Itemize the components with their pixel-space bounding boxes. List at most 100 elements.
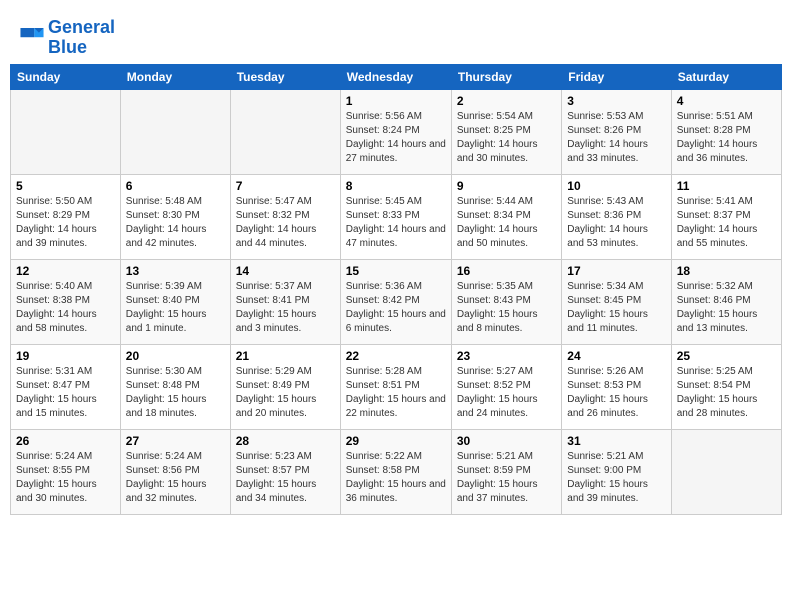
calendar-cell: 14Sunrise: 5:37 AMSunset: 8:41 PMDayligh… [230,259,340,344]
day-number: 29 [346,434,446,448]
calendar-cell: 15 Sunrise: 5:36 AMSunset: 8:42 PMDayligh… [340,259,451,344]
day-number: 22 [346,349,446,363]
day-info: Sunrise: 5:31 AMSunset: 8:47 PMDaylight:… [16,365,115,421]
calendar-cell: 27 Sunrise: 5:24 AMSunset: 8:56 PMDayligh… [120,429,230,514]
calendar-cell: 9 Sunrise: 5:44 AMSunset: 8:34 PMDaylight… [451,174,561,259]
day-info: Sunrise: 5:53 AMSunset: 8:26 PMDaylight:… [567,110,665,166]
day-info: Sunrise: 5:27 AMSunset: 8:52 PMDaylight:… [457,365,556,421]
calendar-cell: 2 Sunrise: 5:54 AMSunset: 8:25 PMDaylight… [451,89,561,174]
day-number: 23 [457,349,556,363]
day-info: Sunrise: 5:44 AMSunset: 8:34 PMDaylight:… [457,195,556,251]
day-info: Sunrise: 5:32 AMSunset: 8:46 PMDaylight:… [677,280,776,336]
calendar-cell [11,89,121,174]
day-number: 5 [16,179,115,193]
day-info: Sunrise: 5:51 AMSunset: 8:28 PMDaylight:… [677,110,776,166]
day-number: 10 [567,179,665,193]
day-info: Sunrise: 5:23 AMSunset: 8:57 PMDaylight:… [236,450,335,506]
day-info: Sunrise: 5:34 AMSunset: 8:45 PMDaylight:… [567,280,665,336]
calendar-cell: 13 Sunrise: 5:39 AMSunset: 8:40 PMDayligh… [120,259,230,344]
calendar-cell: 28 Sunrise: 5:23 AMSunset: 8:57 PMDayligh… [230,429,340,514]
day-number: 13 [126,264,225,278]
day-header-tuesday: Tuesday [230,64,340,89]
day-info: Sunrise: 5:39 AMSunset: 8:40 PMDaylight:… [126,280,225,336]
calendar-cell: 7 Sunrise: 5:47 AMSunset: 8:32 PMDaylight… [230,174,340,259]
logo-icon [20,28,44,48]
day-header-monday: Monday [120,64,230,89]
day-info: Sunrise: 5:45 AMSunset: 8:33 PMDaylight:… [346,195,446,251]
day-info: Sunrise: 5:36 AMSunset: 8:42 PMDaylight:… [346,280,446,336]
calendar-cell: 21 Sunrise: 5:29 AMSunset: 8:49 PMDayligh… [230,344,340,429]
day-number: 27 [126,434,225,448]
day-header-wednesday: Wednesday [340,64,451,89]
calendar-cell: 29 Sunrise: 5:22 AMSunset: 8:58 PMDayligh… [340,429,451,514]
calendar-cell: 12Sunrise: 5:40 AMSunset: 8:38 PMDayligh… [11,259,121,344]
logo: General Blue [20,18,115,58]
day-number: 21 [236,349,335,363]
calendar-cell: 19 Sunrise: 5:31 AMSunset: 8:47 PMDayligh… [11,344,121,429]
day-number: 24 [567,349,665,363]
day-info: Sunrise: 5:56 AMSunset: 8:24 PMDaylight:… [346,110,446,166]
day-info: Sunrise: 5:43 AMSunset: 8:36 PMDaylight:… [567,195,665,251]
day-header-sunday: Sunday [11,64,121,89]
day-info: Sunrise: 5:26 AMSunset: 8:53 PMDaylight:… [567,365,665,421]
day-number: 17 [567,264,665,278]
day-info: Sunrise: 5:21 AMSunset: 9:00 PMDaylight:… [567,450,665,506]
day-info: Sunrise: 5:54 AMSunset: 8:25 PMDaylight:… [457,110,556,166]
day-number: 12 [16,264,115,278]
day-number: 31 [567,434,665,448]
calendar-cell: 6 Sunrise: 5:48 AMSunset: 8:30 PMDaylight… [120,174,230,259]
calendar-cell: 30 Sunrise: 5:21 AMSunset: 8:59 PMDayligh… [451,429,561,514]
calendar-cell: 8 Sunrise: 5:45 AMSunset: 8:33 PMDaylight… [340,174,451,259]
day-number: 14 [236,264,335,278]
day-info: Sunrise: 5:24 AMSunset: 8:55 PMDaylight:… [16,450,115,506]
day-number: 2 [457,94,556,108]
calendar-cell: 3 Sunrise: 5:53 AMSunset: 8:26 PMDaylight… [562,89,671,174]
logo-text: General Blue [48,18,115,58]
calendar-table: SundayMondayTuesdayWednesdayThursdayFrid… [10,64,782,515]
calendar-cell: 17 Sunrise: 5:34 AMSunset: 8:45 PMDayligh… [562,259,671,344]
calendar-cell [230,89,340,174]
calendar-cell: 24 Sunrise: 5:26 AMSunset: 8:53 PMDayligh… [562,344,671,429]
calendar-cell: 5 Sunrise: 5:50 AMSunset: 8:29 PMDaylight… [11,174,121,259]
day-info: Sunrise: 5:30 AMSunset: 8:48 PMDaylight:… [126,365,225,421]
day-info: Sunrise: 5:28 AMSunset: 8:51 PMDaylight:… [346,365,446,421]
day-number: 7 [236,179,335,193]
calendar-cell: 23 Sunrise: 5:27 AMSunset: 8:52 PMDayligh… [451,344,561,429]
day-number: 18 [677,264,776,278]
calendar-cell [671,429,781,514]
day-number: 8 [346,179,446,193]
calendar-cell: 11 Sunrise: 5:41 AMSunset: 8:37 PMDayligh… [671,174,781,259]
day-number: 9 [457,179,556,193]
day-number: 6 [126,179,225,193]
calendar-cell: 26 Sunrise: 5:24 AMSunset: 8:55 PMDayligh… [11,429,121,514]
day-info: Sunrise: 5:35 AMSunset: 8:43 PMDaylight:… [457,280,556,336]
day-number: 20 [126,349,225,363]
calendar-cell: 25Sunrise: 5:25 AMSunset: 8:54 PMDayligh… [671,344,781,429]
day-number: 30 [457,434,556,448]
day-info: Sunrise: 5:25 AMSunset: 8:54 PMDaylight:… [677,365,776,421]
day-info: Sunrise: 5:21 AMSunset: 8:59 PMDaylight:… [457,450,556,506]
day-info: Sunrise: 5:24 AMSunset: 8:56 PMDaylight:… [126,450,225,506]
day-number: 16 [457,264,556,278]
calendar-cell: 22 Sunrise: 5:28 AMSunset: 8:51 PMDayligh… [340,344,451,429]
day-number: 28 [236,434,335,448]
day-number: 19 [16,349,115,363]
day-number: 11 [677,179,776,193]
day-number: 26 [16,434,115,448]
day-number: 3 [567,94,665,108]
calendar-cell: 31 Sunrise: 5:21 AMSunset: 9:00 PMDayligh… [562,429,671,514]
day-info: Sunrise: 5:41 AMSunset: 8:37 PMDaylight:… [677,195,776,251]
calendar-cell: 16 Sunrise: 5:35 AMSunset: 8:43 PMDayligh… [451,259,561,344]
day-number: 15 [346,264,446,278]
calendar-cell: 1Sunrise: 5:56 AMSunset: 8:24 PMDaylight… [340,89,451,174]
day-info: Sunrise: 5:48 AMSunset: 8:30 PMDaylight:… [126,195,225,251]
day-info: Sunrise: 5:47 AMSunset: 8:32 PMDaylight:… [236,195,335,251]
day-info: Sunrise: 5:22 AMSunset: 8:58 PMDaylight:… [346,450,446,506]
day-number: 4 [677,94,776,108]
day-header-thursday: Thursday [451,64,561,89]
day-info: Sunrise: 5:50 AMSunset: 8:29 PMDaylight:… [16,195,115,251]
calendar-cell [120,89,230,174]
day-info: Sunrise: 5:29 AMSunset: 8:49 PMDaylight:… [236,365,335,421]
day-header-saturday: Saturday [671,64,781,89]
calendar-cell: 4 Sunrise: 5:51 AMSunset: 8:28 PMDaylight… [671,89,781,174]
